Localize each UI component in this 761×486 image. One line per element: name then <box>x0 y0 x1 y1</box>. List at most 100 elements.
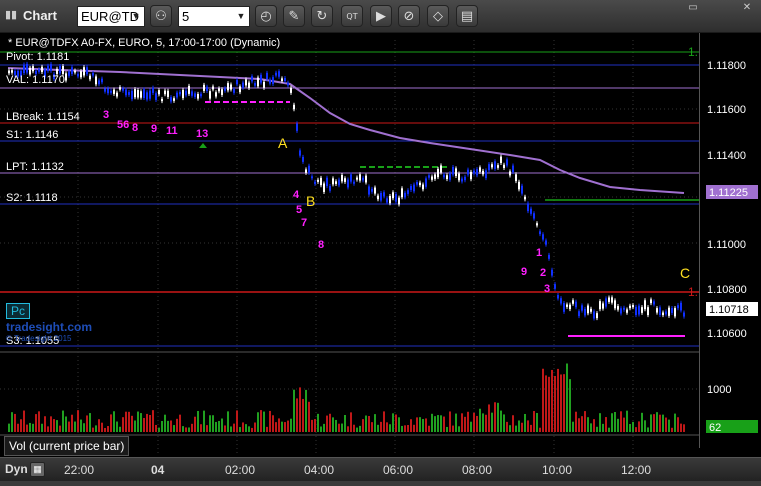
volume-bar <box>467 411 469 432</box>
candle-body <box>419 182 421 186</box>
volume-bar <box>245 424 247 432</box>
volume-bar <box>530 424 532 432</box>
clock-icon[interactable]: ◴ <box>255 5 277 27</box>
candle-body <box>416 181 418 185</box>
time-axis[interactable]: Dyn ▦ 22:00 04 02:00 04:00 06:00 08:00 1… <box>0 457 761 481</box>
volume-bar <box>299 387 301 432</box>
candle-body <box>389 195 391 204</box>
candle-body <box>635 306 637 316</box>
volume-bar <box>323 423 325 432</box>
price-tick: 1.11000 <box>707 239 746 251</box>
tag-icon[interactable]: ◇ <box>427 5 449 27</box>
candle-body <box>560 298 562 304</box>
volume-bar <box>41 423 43 432</box>
refresh-icon[interactable]: ↻ <box>311 5 333 27</box>
volume-bar <box>575 411 577 432</box>
volume-bar <box>11 412 13 432</box>
candle-body <box>329 186 331 191</box>
restore-window-icon[interactable]: ▭ <box>681 2 705 16</box>
candle-body <box>410 186 412 190</box>
candle-body <box>77 73 79 77</box>
symbol-input[interactable]: EUR@TD ▼ <box>77 6 145 27</box>
layers-icon[interactable]: ▤ <box>456 5 478 27</box>
volume-bar <box>413 424 415 432</box>
volume-bar <box>287 420 289 432</box>
candle-body <box>254 83 256 86</box>
volume-bar <box>647 427 649 432</box>
candle-body <box>176 92 178 98</box>
volume-bar <box>500 410 502 432</box>
no-icon[interactable]: ⊘ <box>398 5 420 27</box>
volume-bar <box>227 411 229 432</box>
svg-text:5: 5 <box>296 204 302 216</box>
candle-body <box>158 90 160 95</box>
volume-bar <box>485 414 487 432</box>
volume-bar <box>536 413 538 432</box>
volume-bar <box>23 410 25 432</box>
axis-mode-label[interactable]: Dyn <box>5 462 28 476</box>
price-chart[interactable]: * EUR@TDFX A0-FX, EURO, 5, 17:00-17:00 (… <box>0 33 761 481</box>
interval-input[interactable]: 5 ▼ <box>178 6 250 27</box>
pc-badge[interactable]: Pc <box>6 303 30 319</box>
candle-body <box>119 87 121 90</box>
volume-bar <box>596 426 598 432</box>
candle-body <box>605 298 607 307</box>
chevron-down-icon[interactable]: ▼ <box>234 8 248 25</box>
volume-bar <box>521 422 523 432</box>
volume-bar <box>236 410 238 432</box>
volume-bar <box>116 421 118 432</box>
candle-body <box>599 301 601 310</box>
volume-bar <box>386 422 388 432</box>
candle-body <box>515 174 517 182</box>
candle-body <box>350 174 352 182</box>
chevron-down-icon[interactable]: ▼ <box>129 8 143 25</box>
volume-bar <box>383 411 385 432</box>
candle-body <box>47 65 49 71</box>
time-tick: 06:00 <box>383 463 414 477</box>
close-window-icon[interactable]: ✕ <box>735 2 759 16</box>
volume-bar <box>197 410 199 432</box>
play-icon[interactable]: ▶ <box>370 5 392 27</box>
volume-bar <box>449 411 451 432</box>
candle-body <box>104 88 106 92</box>
axis-settings-icon[interactable]: ▦ <box>30 462 45 477</box>
volume-bar <box>479 408 481 432</box>
candle-body <box>170 97 172 102</box>
candle-body <box>95 76 97 85</box>
candle-body <box>479 167 481 172</box>
pivot-right-label: 1. <box>688 45 698 59</box>
price-axis[interactable]: 1.11800 1.11600 1.11400 1.11000 1.10800 … <box>699 33 761 448</box>
candle-body <box>236 79 238 85</box>
candle-body <box>230 84 232 90</box>
candle-body <box>62 65 64 74</box>
volume-bar <box>26 424 28 432</box>
chart-area[interactable]: * EUR@TDFX A0-FX, EURO, 5, 17:00-17:00 (… <box>0 33 761 481</box>
volume-bar <box>617 418 619 432</box>
link-icon[interactable]: ⚇ <box>150 5 172 27</box>
candle-body <box>566 304 568 307</box>
volume-panel-label[interactable]: Vol (current price bar) <box>4 436 130 456</box>
candle-body <box>272 77 274 84</box>
volume-bar <box>509 425 511 432</box>
candle-body <box>113 89 115 94</box>
volume-bars <box>8 363 685 432</box>
horizontal-grid <box>0 108 699 390</box>
volume-bar <box>56 420 58 432</box>
volume-bar <box>53 419 55 432</box>
volume-bar <box>650 414 652 432</box>
candle-body <box>620 308 622 314</box>
annotation-c: C <box>680 265 690 281</box>
volume-bar <box>635 427 637 432</box>
annotation-b: B <box>306 193 315 209</box>
pencil-icon[interactable]: ✎ <box>283 5 305 27</box>
volume-bar <box>233 423 235 432</box>
volume-bar <box>248 426 250 432</box>
candle-body <box>413 184 415 192</box>
candle-body <box>455 168 457 177</box>
candle-body <box>134 89 136 98</box>
volume-bar <box>176 418 178 432</box>
quote-icon[interactable]: QT <box>341 5 363 27</box>
volume-bar <box>8 423 10 432</box>
candle-body <box>311 176 313 179</box>
pivot-label: Pivot: 1.1181 <box>6 51 69 63</box>
